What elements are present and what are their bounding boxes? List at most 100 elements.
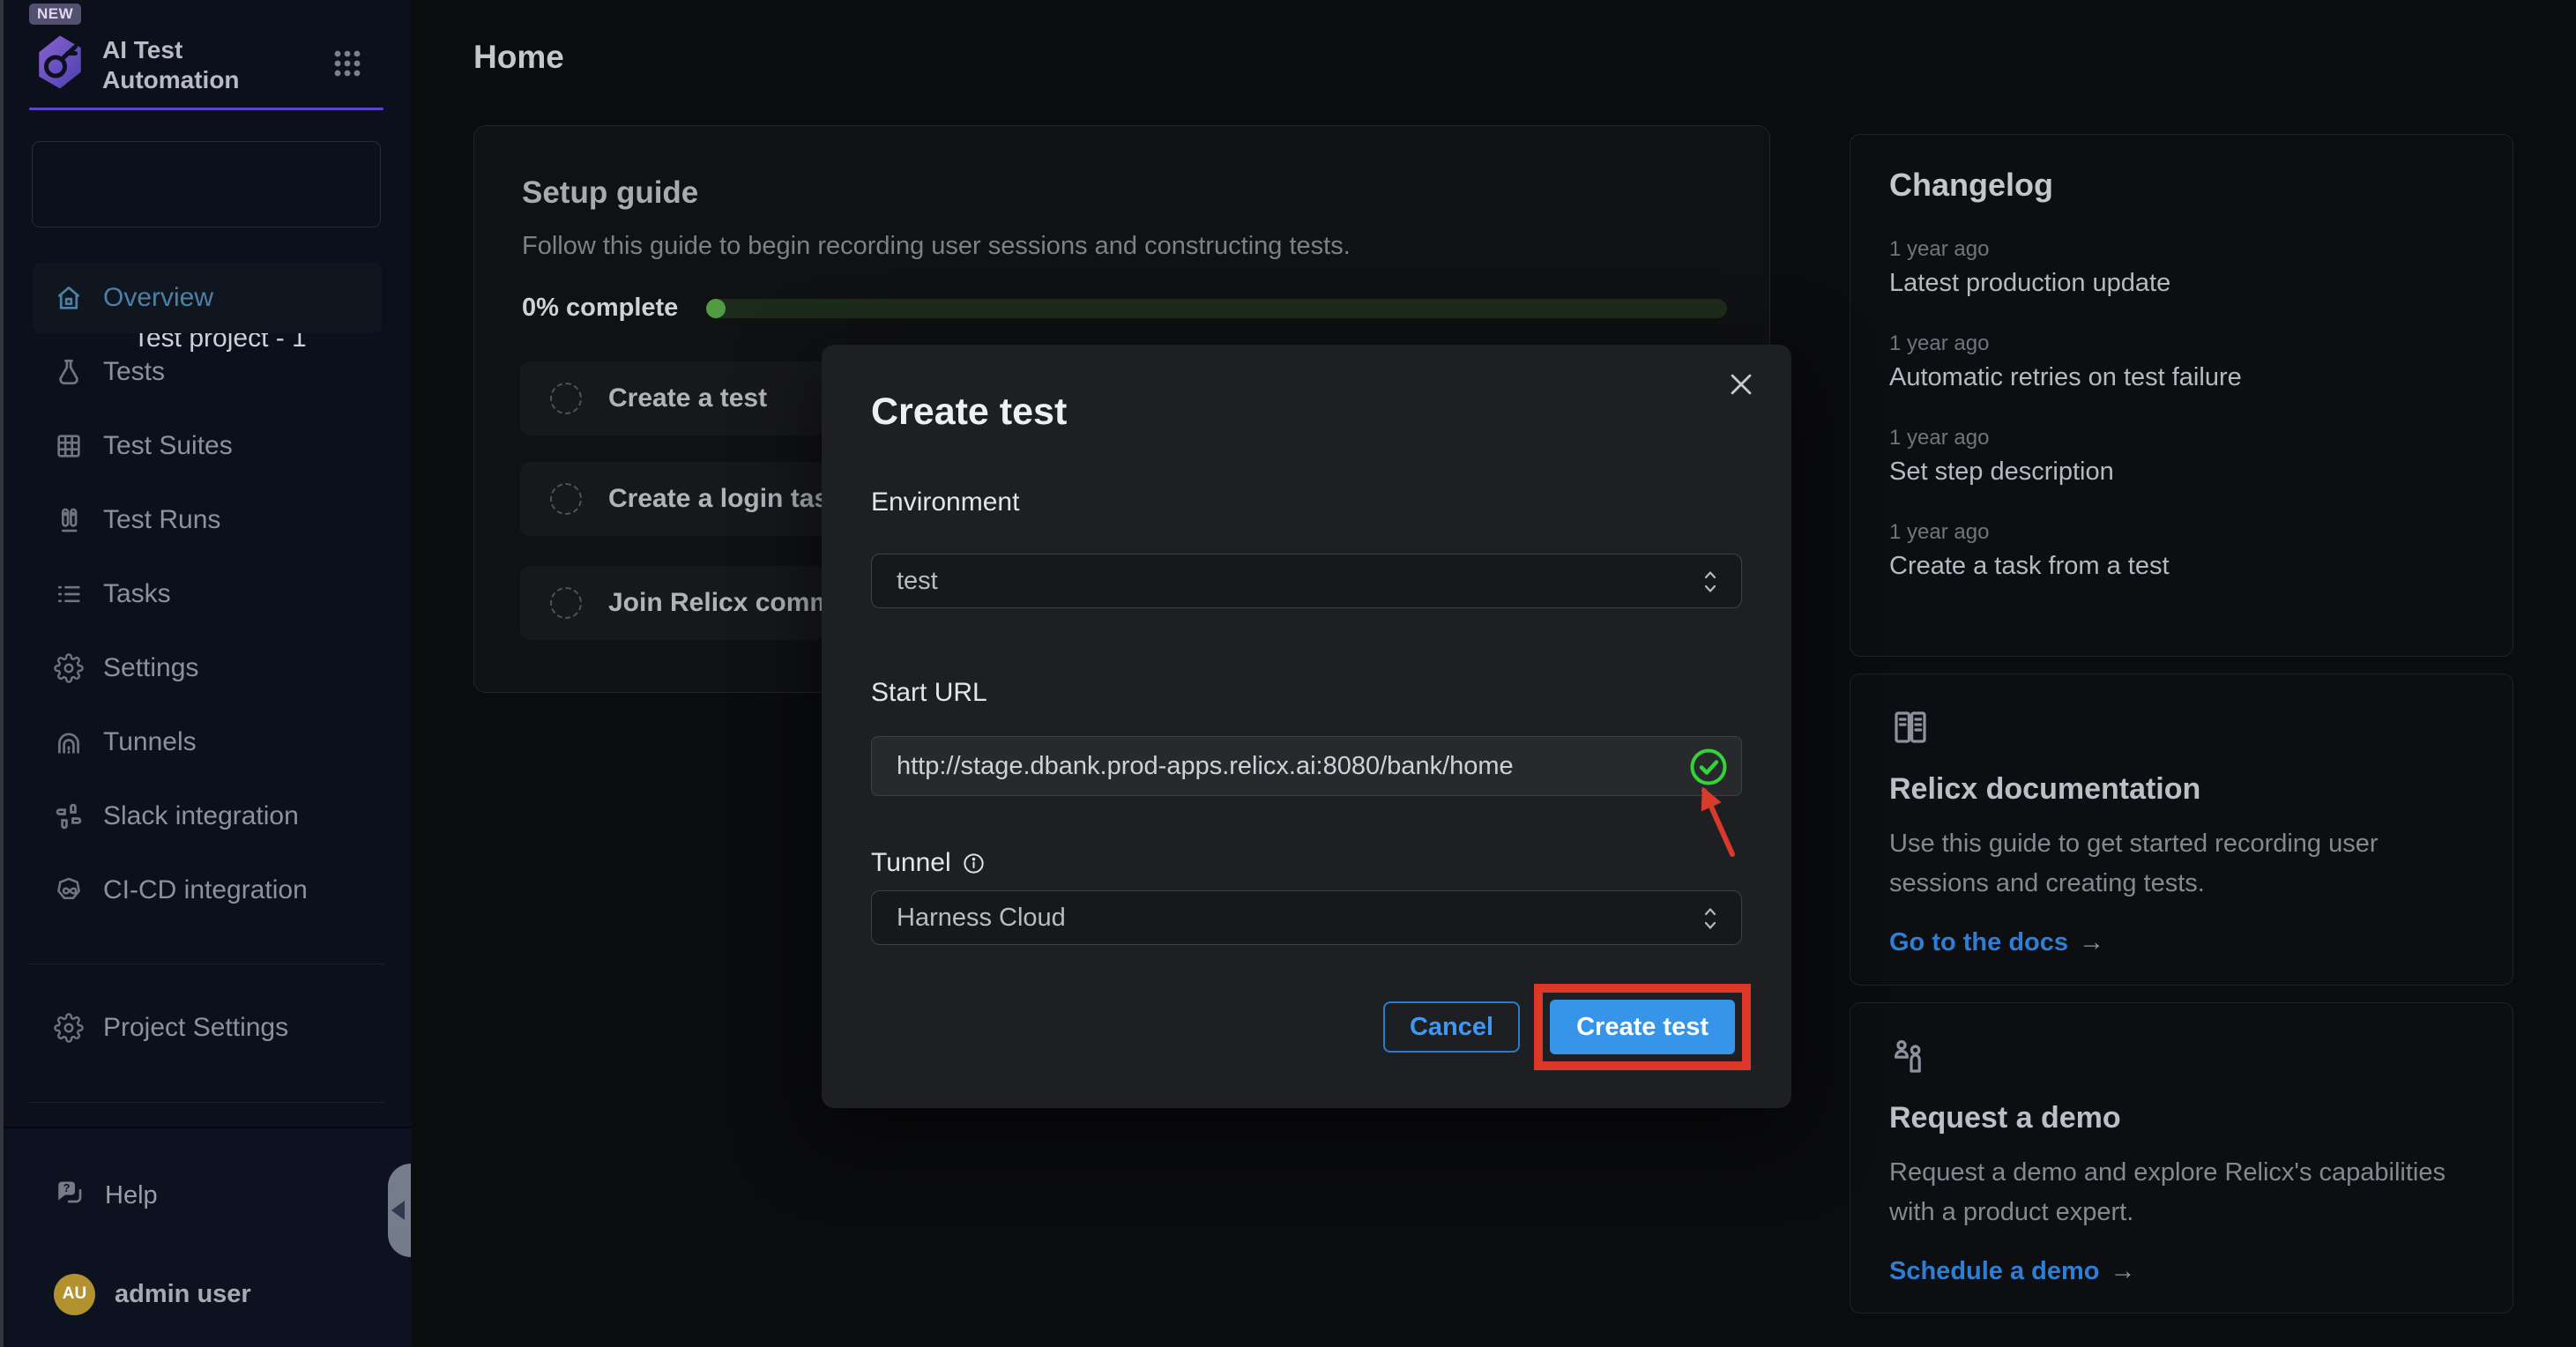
demo-card-title: Request a demo — [1889, 1101, 2474, 1135]
user-menu[interactable]: AU admin user — [33, 1259, 382, 1329]
app-logo-icon — [34, 33, 86, 91]
changelog-entry: 1 year ago Automatic retries on test fai… — [1889, 331, 2474, 392]
schedule-demo-link[interactable]: Schedule a demo → — [1889, 1257, 2474, 1286]
annotation-highlight-box: Create test — [1534, 984, 1751, 1070]
arrow-right-icon: → — [2111, 1257, 2136, 1286]
changelog-time: 1 year ago — [1889, 331, 2474, 356]
info-icon[interactable] — [962, 852, 986, 875]
brand-divider — [29, 108, 383, 110]
changelog-entry: 1 year ago Create a task from a test — [1889, 520, 2474, 581]
collapse-arrow-icon — [391, 1201, 405, 1220]
columns-icon — [54, 505, 84, 535]
app-window: NEW AI Test Automation — [0, 0, 2576, 1347]
sidebar-item-label: Overview — [103, 283, 213, 313]
environment-select[interactable]: test — [871, 554, 1742, 608]
environment-label: Environment — [871, 487, 1019, 517]
tunnel-select[interactable]: Harness Cloud — [871, 890, 1742, 945]
home-icon — [54, 283, 84, 313]
modal-footer: Cancel Create test — [1383, 984, 1751, 1070]
setup-step-label: Create a login task — [608, 484, 844, 514]
changelog-text: Automatic retries on test failure — [1889, 363, 2474, 392]
cicd-icon — [54, 875, 84, 905]
cancel-button[interactable]: Cancel — [1383, 1001, 1520, 1053]
help-label: Help — [105, 1181, 158, 1210]
sidebar-item-label: Slack integration — [103, 801, 299, 831]
app-switcher-icon[interactable] — [333, 49, 361, 78]
start-url-input[interactable]: http://stage.dbank.prod-apps.relicx.ai:8… — [871, 736, 1742, 796]
sidebar-item-test-suites[interactable]: Test Suites — [33, 411, 382, 481]
setup-step-label: Create a test — [608, 383, 767, 413]
sidebar-item-label: Tasks — [103, 579, 171, 609]
project-selector[interactable]: PROJECT Test project - 1 — [32, 141, 381, 227]
changelog-card: Changelog 1 year ago Latest production u… — [1850, 134, 2513, 657]
flask-icon — [54, 357, 84, 387]
gear-icon — [54, 1013, 84, 1043]
sidebar-item-tasks[interactable]: Tasks — [33, 559, 382, 629]
valid-check-icon — [1688, 747, 1729, 787]
sidebar-item-test-runs[interactable]: Test Runs — [33, 485, 382, 555]
link-label: Go to the docs — [1889, 928, 2068, 957]
setup-guide-description: Follow this guide to begin recording use… — [522, 232, 1351, 261]
people-icon — [1889, 1066, 1932, 1081]
sidebar-item-label: Test Suites — [103, 431, 233, 461]
sidebar-footer: ? Help AU admin user — [4, 1127, 411, 1347]
close-icon[interactable] — [1726, 369, 1756, 399]
start-url-label: Start URL — [871, 678, 987, 708]
progress-bar — [706, 299, 1727, 318]
sidebar-item-label: Settings — [103, 653, 198, 683]
new-badge: NEW — [29, 4, 81, 25]
changelog-text: Latest production update — [1889, 269, 2474, 298]
incomplete-step-icon — [550, 587, 582, 619]
go-to-docs-link[interactable]: Go to the docs → — [1889, 928, 2474, 957]
modal-title: Create test — [871, 391, 1067, 434]
sidebar-item-tunnels[interactable]: Tunnels — [33, 707, 382, 778]
sidebar-divider — [29, 1102, 383, 1103]
arrow-right-icon: → — [2079, 928, 2104, 957]
svg-text:?: ? — [63, 1181, 71, 1194]
sidebar-item-project-settings[interactable]: Project Settings — [33, 993, 382, 1063]
slack-icon — [54, 801, 84, 831]
create-test-button[interactable]: Create test — [1550, 1000, 1735, 1054]
changelog-text: Create a task from a test — [1889, 552, 2474, 581]
list-icon — [54, 579, 84, 609]
start-url-value: http://stage.dbank.prod-apps.relicx.ai:8… — [897, 752, 1514, 781]
sidebar-item-slack-integration[interactable]: Slack integration — [33, 781, 382, 852]
select-chevrons-icon — [1699, 904, 1722, 934]
help-button[interactable]: ? Help — [33, 1160, 382, 1231]
changelog-time: 1 year ago — [1889, 520, 2474, 545]
incomplete-step-icon — [550, 483, 582, 515]
sidebar-collapse-handle[interactable] — [388, 1164, 411, 1257]
changelog-time: 1 year ago — [1889, 237, 2474, 262]
sidebar-item-label: Tunnels — [103, 727, 197, 757]
help-chat-icon: ? — [54, 1178, 86, 1214]
tunnel-label-text: Tunnel — [871, 848, 951, 878]
tunnel-value: Harness Cloud — [897, 904, 1066, 933]
changelog-text: Set step description — [1889, 458, 2474, 487]
setup-guide-title: Setup guide — [522, 175, 698, 211]
demo-card-body: Request a demo and explore Relicx's capa… — [1889, 1153, 2462, 1232]
page-title: Home — [473, 39, 564, 76]
incomplete-step-icon — [550, 383, 582, 414]
changelog-title: Changelog — [1889, 167, 2474, 204]
create-test-modal: Create test Environment test Start URL h… — [822, 345, 1791, 1108]
sidebar-item-overview[interactable]: Overview — [33, 263, 382, 333]
sidebar-item-label: CI-CD integration — [103, 875, 308, 905]
link-label: Schedule a demo — [1889, 1257, 2100, 1286]
select-chevrons-icon — [1699, 567, 1722, 597]
sidebar-item-cicd-integration[interactable]: CI-CD integration — [33, 855, 382, 926]
changelog-entry: 1 year ago Set step description — [1889, 426, 2474, 487]
documentation-card: Relicx documentation Use this guide to g… — [1850, 674, 2513, 986]
docs-book-icon — [1889, 737, 1932, 752]
grid-icon — [54, 431, 84, 461]
app-title: AI Test Automation — [102, 35, 305, 95]
demo-card: Request a demo Request a demo and explor… — [1850, 1002, 2513, 1314]
user-name: admin user — [115, 1280, 251, 1309]
tunnel-icon — [54, 727, 84, 757]
changelog-entry: 1 year ago Latest production update — [1889, 237, 2474, 298]
docs-card-title: Relicx documentation — [1889, 772, 2474, 807]
sidebar: NEW AI Test Automation — [4, 0, 411, 1347]
progress-fill — [706, 299, 726, 318]
docs-card-body: Use this guide to get started recording … — [1889, 824, 2462, 904]
sidebar-item-tests[interactable]: Tests — [33, 337, 382, 407]
sidebar-item-settings[interactable]: Settings — [33, 633, 382, 703]
